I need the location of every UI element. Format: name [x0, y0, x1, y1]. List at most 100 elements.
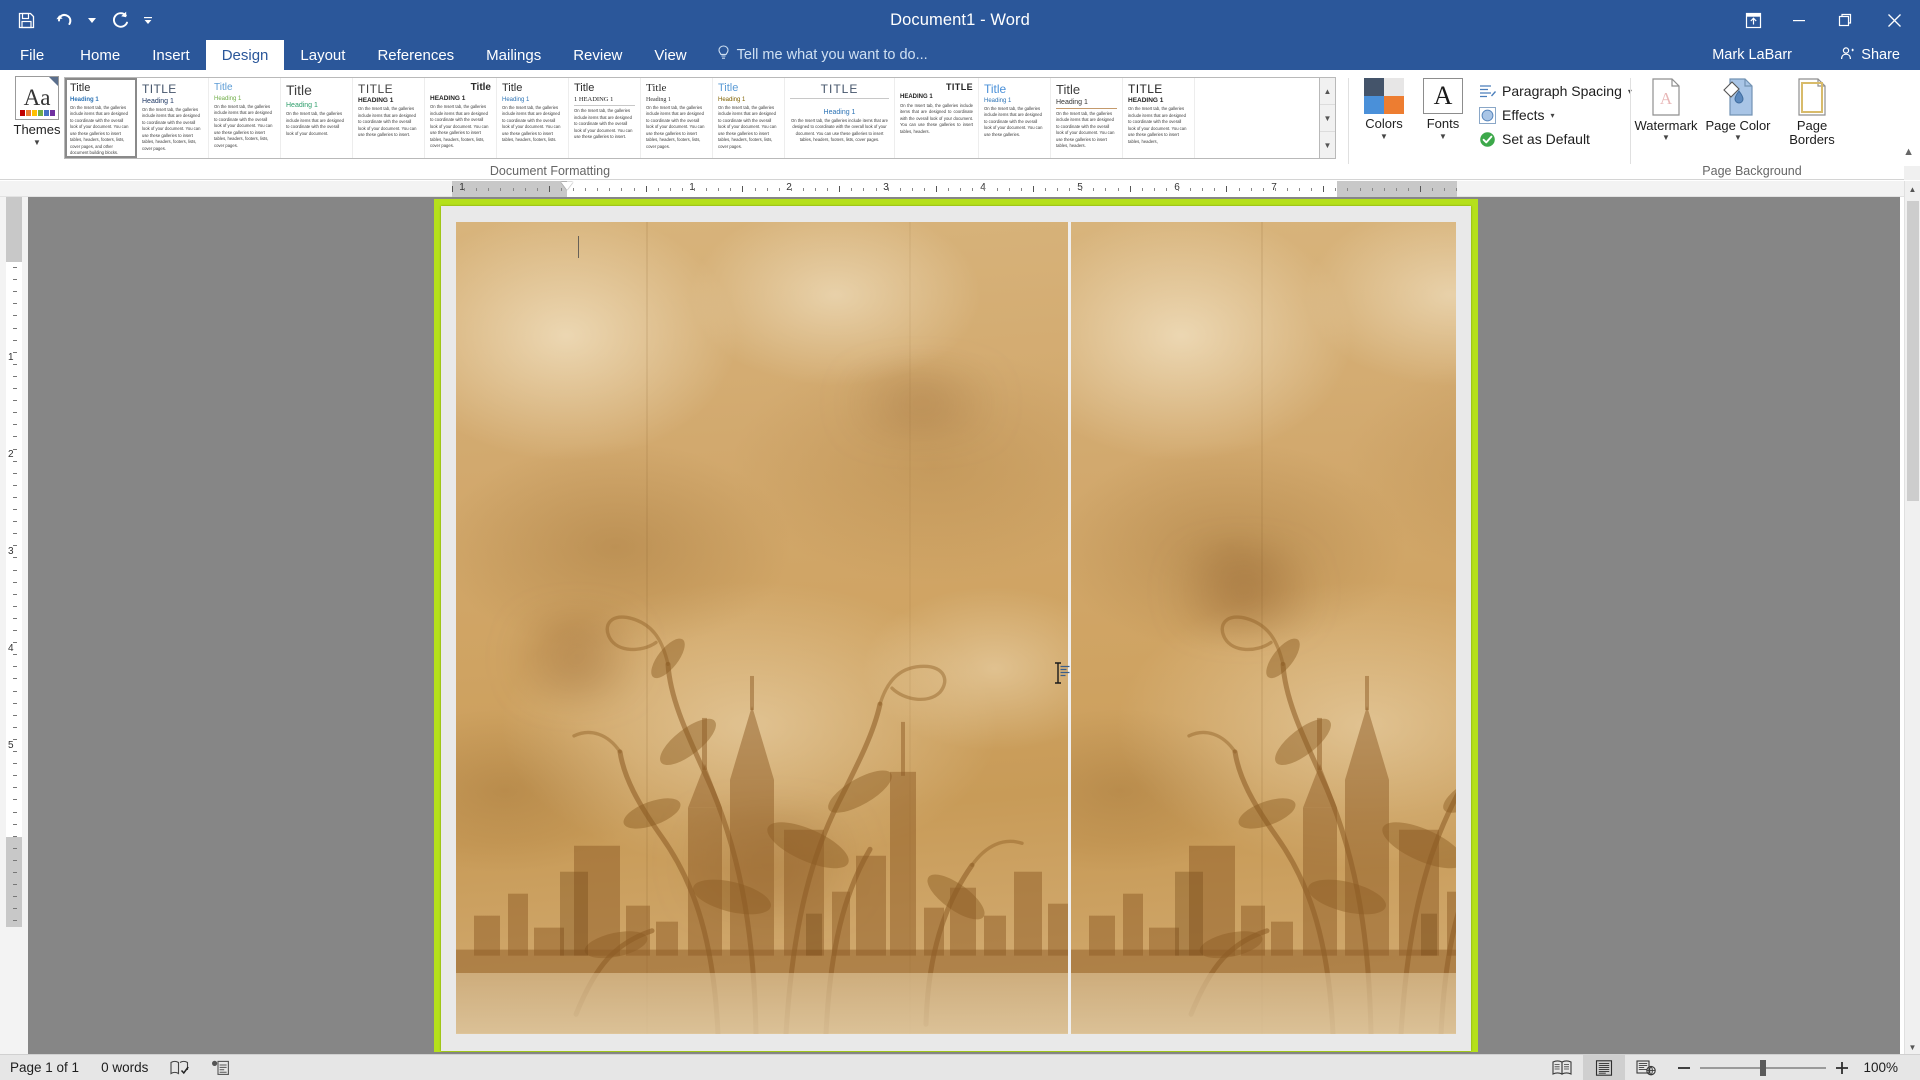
ruler-tick — [911, 188, 913, 191]
zoom-slider-thumb[interactable] — [1760, 1059, 1766, 1076]
ruler-tick — [13, 896, 17, 898]
page-borders-button[interactable]: Page Borders — [1778, 76, 1846, 168]
view-web-layout-icon[interactable] — [1625, 1055, 1667, 1080]
word-application-window: Document1 - Word File Home Insert Design… — [0, 0, 1920, 1080]
ruler-tick — [13, 375, 17, 377]
ruler-tick — [13, 339, 17, 341]
minimize-icon[interactable] — [1776, 0, 1822, 40]
close-icon[interactable] — [1868, 0, 1920, 40]
ribbon-group-page-background: A Watermark ▼ Page Color ▼ Page Borders … — [1632, 70, 1912, 180]
window-splitter[interactable] — [1904, 166, 1920, 180]
style-set-item[interactable]: Title Heading 1 On the Insert tab, the g… — [497, 78, 569, 158]
gallery-scrollbar[interactable]: ▲ ▼ ▼ — [1320, 77, 1336, 159]
tab-insert[interactable]: Insert — [136, 40, 206, 70]
view-print-layout-icon[interactable] — [1583, 1054, 1625, 1080]
chevron-down-icon[interactable]: ▼ — [1439, 133, 1447, 141]
tab-references[interactable]: References — [361, 40, 470, 70]
chevron-down-icon[interactable]: ▼ — [1662, 133, 1670, 142]
gallery-scroll-up-icon[interactable]: ▲ — [1320, 78, 1335, 105]
scroll-down-icon[interactable]: ▼ — [1905, 1039, 1920, 1055]
scrollbar-thumb[interactable] — [1907, 201, 1919, 501]
ruler-tick — [1117, 188, 1119, 191]
scroll-up-icon[interactable]: ▲ — [1905, 181, 1920, 197]
share-button[interactable]: Share — [1830, 40, 1910, 70]
document-canvas[interactable] — [28, 197, 1900, 1055]
zoom-control[interactable]: 100% — [1667, 1059, 1908, 1076]
chevron-down-icon[interactable]: ▾ — [1551, 111, 1555, 120]
tab-mailings[interactable]: Mailings — [470, 40, 557, 70]
zoom-out-icon[interactable] — [1677, 1061, 1691, 1075]
page-indicator[interactable]: Page 1 of 1 — [10, 1060, 79, 1075]
tell-me-search[interactable]: Tell me what you want to do... — [703, 40, 942, 70]
horizontal-ruler[interactable]: 1 1 2 3 4 5 6 7 — [0, 181, 1920, 197]
vertical-ruler[interactable]: 1 2 3 4 5 — [0, 197, 28, 1055]
themes-button[interactable]: Aa Themes ▼ — [6, 76, 68, 166]
fonts-button[interactable]: A Fonts ▼ — [1414, 78, 1472, 162]
document-page[interactable] — [441, 206, 1471, 1051]
status-bar-left: Page 1 of 1 0 words — [0, 1060, 230, 1076]
style-set-item[interactable]: Title Heading 1 On the Insert tab, the g… — [281, 78, 353, 158]
style-set-item[interactable]: TITLE Heading 1 On the Insert tab, the g… — [137, 78, 209, 158]
zoom-slider[interactable] — [1700, 1059, 1826, 1076]
proofing-errors-icon[interactable] — [170, 1060, 190, 1076]
style-set-item[interactable]: Title Heading 1 On the Insert tab, the g… — [1051, 78, 1123, 158]
restore-icon[interactable] — [1822, 0, 1868, 40]
ruler-tick — [597, 188, 599, 191]
style-set-item[interactable]: Title HEADING 1 On the Insert tab, the g… — [425, 78, 497, 158]
paste-options-icon[interactable] — [1060, 665, 1074, 684]
chevron-down-icon[interactable]: ▼ — [33, 139, 41, 147]
paragraph-spacing-icon — [1478, 82, 1496, 100]
paragraph-spacing-button[interactable]: Paragraph Spacing ▾ — [1478, 82, 1632, 100]
user-name[interactable]: Mark LaBarr — [1712, 40, 1792, 70]
colors-button[interactable]: Colors ▼ — [1355, 78, 1413, 162]
gallery-title: Title — [286, 82, 312, 98]
style-set-item[interactable]: TITLE HEADING 1 On the Insert tab, the g… — [353, 78, 425, 158]
ruler-tick — [1456, 188, 1458, 191]
tab-view[interactable]: View — [638, 40, 702, 70]
style-set-item[interactable]: Title Heading 1 On the Insert tab, the g… — [713, 78, 785, 158]
tab-home[interactable]: Home — [64, 40, 136, 70]
style-set-item[interactable]: Title Heading 1 On the Insert tab, the g… — [979, 78, 1051, 158]
ruler-tick — [512, 188, 514, 191]
ruler-tick — [730, 188, 732, 191]
gallery-body: On the Insert tab, the galleries include… — [718, 104, 777, 149]
page-color-button[interactable]: Page Color ▼ — [1704, 76, 1772, 168]
view-read-mode-icon[interactable] — [1541, 1055, 1583, 1080]
set-as-default-button[interactable]: Set as Default — [1478, 130, 1632, 148]
style-set-item[interactable]: Title 1 HEADING 1 On the Insert tab, the… — [569, 78, 641, 158]
tab-design[interactable]: Design — [205, 40, 285, 70]
style-set-item[interactable]: Title Heading 1 On the Insert tab, the g… — [209, 78, 281, 158]
ruler-tick — [948, 188, 950, 191]
collapse-ribbon-icon[interactable]: ▲ — [1903, 146, 1914, 158]
tab-review[interactable]: Review — [557, 40, 638, 70]
effects-button[interactable]: Effects ▾ — [1478, 106, 1632, 124]
ruler-tick — [13, 472, 17, 474]
vertical-scrollbar[interactable]: ▲ ▼ — [1904, 181, 1920, 1055]
style-set-item[interactable]: Title Heading 1 On the Insert tab, the g… — [641, 78, 713, 158]
gallery-more-icon[interactable]: ▼ — [1320, 132, 1335, 158]
macro-record-icon[interactable] — [211, 1060, 230, 1076]
style-set-gallery[interactable]: Title Heading 1 On the Insert tab, the g… — [64, 77, 1320, 159]
style-set-item[interactable]: TITLE HEADING 1 On the Insert tab, the g… — [1123, 78, 1195, 158]
ruler-tick — [1008, 188, 1010, 191]
ruler-tick — [13, 315, 17, 317]
first-line-indent-marker[interactable] — [561, 182, 573, 190]
zoom-level[interactable]: 100% — [1858, 1060, 1898, 1075]
theme-swatches — [20, 110, 55, 116]
ruler-tick — [1226, 186, 1228, 192]
page-content-area[interactable] — [456, 222, 1456, 1034]
chevron-down-icon[interactable]: ▼ — [1734, 133, 1742, 142]
gallery-scroll-down-icon[interactable]: ▼ — [1320, 105, 1335, 132]
word-count[interactable]: 0 words — [101, 1060, 148, 1075]
style-set-item[interactable]: TITLE Heading 1 On the Insert tab, the g… — [785, 78, 895, 158]
chevron-down-icon[interactable]: ▼ — [1380, 133, 1388, 141]
style-set-item[interactable]: Title Heading 1 On the Insert tab, the g… — [65, 78, 137, 158]
gallery-title: Title — [70, 82, 91, 94]
ruler-tick — [1093, 188, 1095, 191]
style-set-item[interactable]: TITLE HEADING 1 On the Insert tab, the g… — [895, 78, 979, 158]
zoom-in-icon[interactable] — [1835, 1061, 1849, 1075]
ribbon-display-options-icon[interactable] — [1730, 0, 1776, 40]
tab-layout[interactable]: Layout — [284, 40, 361, 70]
tab-file[interactable]: File — [0, 40, 64, 70]
watermark-button[interactable]: A Watermark ▼ — [1632, 76, 1700, 168]
